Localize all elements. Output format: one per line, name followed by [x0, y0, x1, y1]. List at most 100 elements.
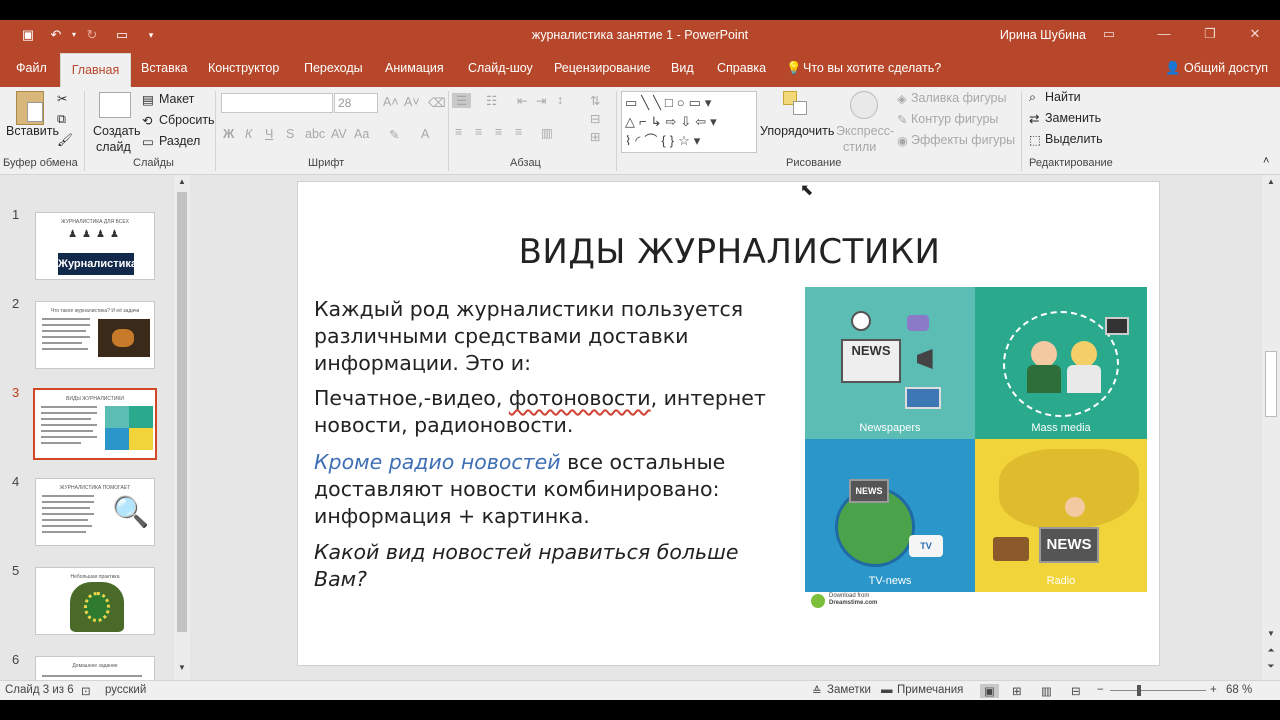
slideshow-view-icon[interactable]: ⊟	[1071, 684, 1081, 698]
thumbnail-slide-4[interactable]: ЖУРНАЛИСТИКА ПОМОГАЕТ 🔍	[35, 478, 155, 546]
align-left-icon[interactable]: ≡	[455, 125, 462, 139]
slide-title[interactable]: ВИДЫ ЖУРНАЛИСТИКИ	[298, 232, 1161, 272]
tab-view[interactable]: Вид	[671, 61, 694, 75]
tab-transitions[interactable]: Переходы	[304, 61, 363, 75]
new-slide-button-line2[interactable]: слайд	[96, 140, 131, 154]
increase-indent-icon[interactable]: ⇥	[536, 93, 546, 108]
thumbnails-scrollbar[interactable]: ▲ ▼	[174, 175, 190, 680]
tell-me-box[interactable]: Что вы хотите сделать?	[803, 61, 941, 75]
decrease-indent-icon[interactable]: ⇤	[517, 93, 527, 108]
italic-button[interactable]: К	[245, 127, 252, 141]
zoom-level[interactable]: 68 %	[1226, 684, 1252, 696]
comments-button[interactable]: Примечания	[897, 684, 963, 696]
cut-icon[interactable]: ✂	[57, 91, 67, 106]
shapes-gallery[interactable]: ▭╲╲□○▭▾ △⌐↳⇨⇩⇦▾ ⌇◜⌒{}☆▾	[621, 91, 757, 153]
slide-canvas[interactable]: ВИДЫ ЖУРНАЛИСТИКИ Каждый род журналистик…	[297, 181, 1160, 666]
tab-file[interactable]: Файл	[16, 61, 47, 75]
select-button[interactable]: Выделить	[1045, 132, 1103, 146]
highlight-icon[interactable]: ✎	[389, 127, 399, 142]
scroll-down-icon[interactable]: ▼	[174, 663, 190, 672]
new-slide-icon[interactable]	[99, 92, 131, 118]
shadow-button[interactable]: abc	[305, 127, 325, 141]
slide-paragraph-3[interactable]: Кроме радио новостей все остальные доста…	[314, 449, 794, 530]
new-slide-button[interactable]: Создать	[93, 124, 141, 138]
scroll-up-icon[interactable]: ▲	[174, 177, 190, 186]
thumbnail-slide-5[interactable]: Небольшая практика	[35, 567, 155, 635]
close-icon[interactable]: ✕	[1245, 26, 1265, 44]
thumbnail-slide-3-selected[interactable]: ВИДЫ ЖУРНАЛИСТИКИ	[33, 388, 157, 460]
bullets-icon[interactable]: ☰	[452, 93, 472, 108]
scroll-thumb[interactable]	[177, 192, 187, 632]
editor-scrollbar[interactable]: ▲ ▼ ⏶ ⏷	[1262, 175, 1280, 680]
tab-review[interactable]: Рецензирование	[554, 61, 651, 75]
scroll-down-icon[interactable]: ▼	[1262, 629, 1280, 638]
slide-sorter-icon[interactable]: ⊞	[1012, 684, 1022, 698]
bold-button[interactable]: Ж	[223, 127, 234, 141]
replace-button[interactable]: Заменить	[1045, 111, 1101, 125]
paste-icon[interactable]	[16, 91, 44, 125]
numbering-icon[interactable]: ☷	[486, 93, 497, 108]
slide-paragraph-2[interactable]: Печатное,-видео, фотоновости, интернет н…	[314, 385, 794, 439]
layout-button[interactable]: Макет	[159, 92, 194, 106]
smartart-icon[interactable]: ⊞	[590, 129, 600, 144]
find-button[interactable]: Найти	[1045, 90, 1081, 104]
line-spacing-icon[interactable]: ↕	[557, 93, 563, 107]
copy-icon[interactable]: ⧉	[57, 112, 66, 127]
scroll-thumb[interactable]	[1265, 351, 1277, 417]
tab-help[interactable]: Справка	[717, 61, 766, 75]
notes-button[interactable]: Заметки	[827, 684, 871, 696]
justify-icon[interactable]: ≡	[515, 125, 522, 139]
font-family-input[interactable]	[221, 93, 333, 113]
shrink-font-icon[interactable]: A˅	[404, 95, 420, 109]
share-button[interactable]: Общий доступ	[1184, 61, 1268, 75]
language-indicator[interactable]: русский	[105, 684, 146, 696]
arrange-button[interactable]: Упорядочить	[760, 124, 834, 138]
tab-design[interactable]: Конструктор	[208, 61, 279, 75]
quick-styles-button-line2[interactable]: стили	[843, 140, 876, 154]
news-types-image[interactable]: NEWS Newspapers Mass media NEWS TV TV-ne…	[805, 287, 1147, 612]
quick-styles-button[interactable]: Экспресс-	[836, 124, 894, 138]
reset-button[interactable]: Сбросить	[159, 113, 215, 127]
shape-outline-button[interactable]: Контур фигуры	[911, 112, 998, 126]
reading-view-icon[interactable]: ▥	[1041, 684, 1052, 698]
ribbon-display-icon[interactable]: ▭	[1099, 26, 1119, 44]
clear-format-icon[interactable]: ⌫	[428, 95, 446, 110]
minimize-icon[interactable]: —	[1154, 26, 1174, 44]
thumbnail-slide-2[interactable]: Что такое журналистика? И её задачи	[35, 301, 155, 369]
columns-icon[interactable]: ▥	[541, 125, 553, 140]
quick-styles-icon[interactable]	[850, 91, 878, 119]
spacing-button[interactable]: AV	[331, 127, 347, 141]
tab-insert[interactable]: Вставка	[141, 61, 187, 75]
tab-animation[interactable]: Анимация	[385, 61, 444, 75]
user-name[interactable]: Ирина Шубина	[1000, 28, 1086, 42]
scroll-up-icon[interactable]: ▲	[1262, 177, 1280, 186]
shape-fill-button[interactable]: Заливка фигуры	[911, 91, 1006, 105]
thumbnail-slide-1[interactable]: ЖУРНАЛИСТИКА ДЛЯ ВСЕХ ♟♟♟♟ Журналистика	[35, 212, 155, 280]
zoom-in-icon[interactable]: +	[1210, 684, 1217, 696]
collapse-ribbon-icon[interactable]: ˄	[1263, 155, 1269, 167]
shape-effects-button[interactable]: Эффекты фигуры	[911, 133, 1015, 147]
arrange-icon[interactable]	[783, 91, 809, 117]
align-text-icon[interactable]: ⊟	[590, 111, 600, 126]
previous-slide-icon[interactable]: ⏶	[1262, 645, 1280, 656]
align-right-icon[interactable]: ≡	[495, 125, 502, 139]
text-direction-icon[interactable]: ⇅	[590, 93, 600, 108]
section-button[interactable]: Раздел	[159, 134, 200, 148]
restore-icon[interactable]: ❐	[1200, 26, 1220, 44]
zoom-slider-thumb[interactable]	[1137, 685, 1141, 696]
next-slide-icon[interactable]: ⏷	[1262, 661, 1280, 672]
tab-home[interactable]: Главная	[60, 53, 131, 87]
case-button[interactable]: Aa	[354, 127, 369, 141]
align-center-icon[interactable]: ≡	[475, 125, 482, 139]
slide-paragraph-1[interactable]: Каждый род журналистики пользуется разли…	[314, 296, 794, 377]
paste-button[interactable]: Вставить	[6, 124, 59, 138]
zoom-slider[interactable]	[1110, 690, 1206, 691]
font-color-icon[interactable]: A	[421, 127, 429, 141]
grow-font-icon[interactable]: A˄	[383, 95, 399, 109]
slide-paragraph-4[interactable]: Какой вид новостей нравиться больше Вам?	[314, 539, 794, 593]
format-painter-icon[interactable]: 🖌	[57, 133, 73, 148]
zoom-out-icon[interactable]: −	[1097, 684, 1104, 696]
spellcheck-icon[interactable]: ⊡	[81, 684, 91, 698]
underline-button[interactable]: Ч	[265, 127, 273, 141]
tab-slideshow[interactable]: Слайд-шоу	[468, 61, 533, 75]
